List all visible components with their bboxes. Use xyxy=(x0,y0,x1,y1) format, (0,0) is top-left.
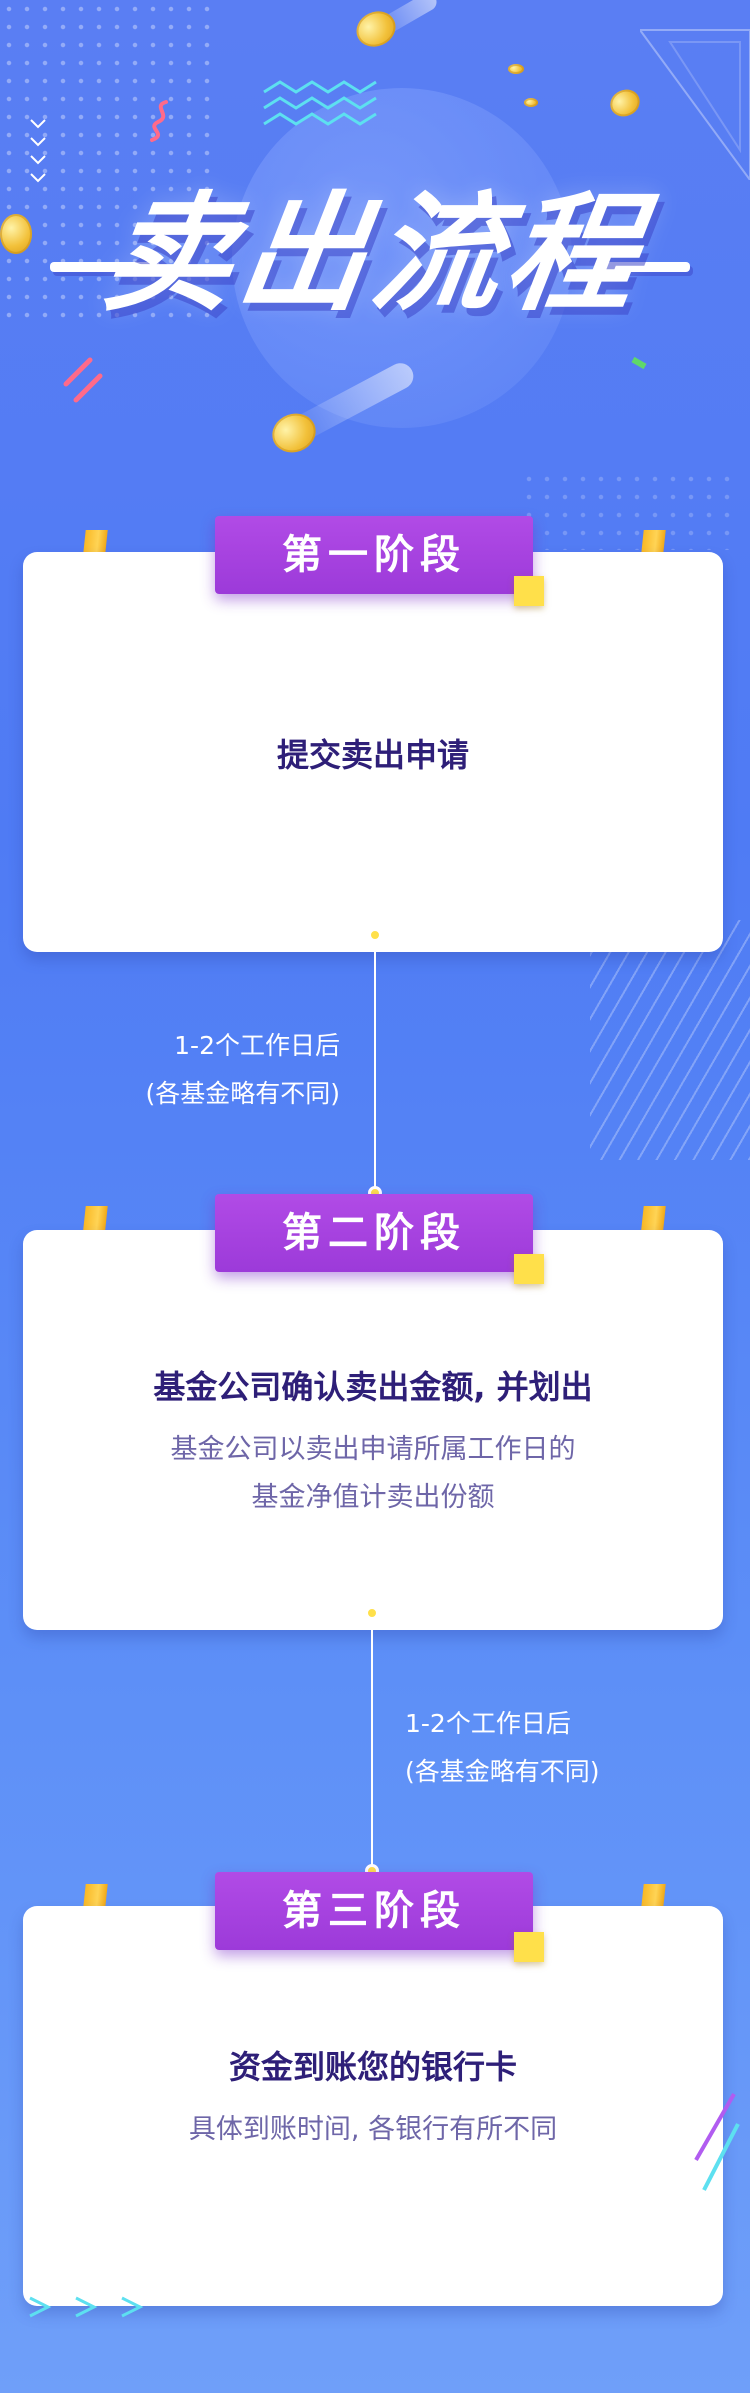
timeline-note: 1-2个工作日后 (各基金略有不同) xyxy=(405,1700,705,1796)
coin-decoration xyxy=(524,98,538,107)
stage-label-2: 第二阶段 xyxy=(215,1194,533,1272)
timeline-note: 1-2个工作日后 (各基金略有不同) xyxy=(90,1022,340,1118)
timeline-note-line: 1-2个工作日后 xyxy=(174,1031,340,1060)
squiggle-decoration xyxy=(150,100,168,142)
dot-grid-decoration xyxy=(520,470,740,550)
label-square-decoration xyxy=(514,1254,544,1284)
stage-title: 资金到账您的银行卡 xyxy=(228,2048,517,2086)
stage-description-line: 具体到账时间, 各银行有所不同 xyxy=(188,2114,558,2145)
stage-description: 具体到账时间, 各银行有所不同 xyxy=(23,2106,723,2154)
stage-label-3: 第三阶段 xyxy=(215,1872,533,1950)
stage-title: 提交卖出申请 xyxy=(276,736,469,774)
timeline-line xyxy=(371,1620,373,1870)
timeline-line xyxy=(374,942,376,1192)
dash-decoration xyxy=(631,356,647,370)
stage-description: 基金公司以卖出申请所属工作日的 基金净值计卖出份额 xyxy=(23,1426,723,1522)
page: 卖出流程 提交卖出申请 第一阶段 1-2个工作日后 (各基金略有不同) 基金公司… xyxy=(0,0,750,2393)
timeline-note-line: (各基金略有不同) xyxy=(405,1757,600,1786)
slash-decoration xyxy=(694,2093,740,2191)
stage-card-2: 基金公司确认卖出金额, 并划出 基金公司以卖出申请所属工作日的 基金净值计卖出份… xyxy=(23,1230,723,1630)
stage-description-line: 基金净值计卖出份额 xyxy=(251,1482,495,1513)
stage-label-1: 第一阶段 xyxy=(215,516,533,594)
zigzag-decoration xyxy=(263,80,377,126)
page-title: 卖出流程 xyxy=(94,180,652,329)
label-square-decoration xyxy=(514,576,544,606)
stage-card-3: 资金到账您的银行卡 具体到账时间, 各银行有所不同 xyxy=(23,1906,723,2306)
timeline-note-line: 1-2个工作日后 xyxy=(405,1709,571,1738)
stage-card-1: 提交卖出申请 xyxy=(23,552,723,952)
timeline-note-line: (各基金略有不同) xyxy=(145,1079,340,1108)
coin-decoration xyxy=(605,84,645,122)
stage-title: 基金公司确认卖出金额, 并划出 xyxy=(153,1368,593,1406)
dash-decoration xyxy=(63,357,103,403)
timeline-dot xyxy=(368,928,382,942)
arrows-decoration xyxy=(29,2296,144,2318)
stage-description-line: 基金公司以卖出申请所属工作日的 xyxy=(170,1434,576,1465)
label-square-decoration xyxy=(514,1932,544,1962)
stripes-decoration xyxy=(590,920,750,1160)
coin-decoration xyxy=(508,64,524,74)
timeline-dot xyxy=(365,1606,379,1620)
